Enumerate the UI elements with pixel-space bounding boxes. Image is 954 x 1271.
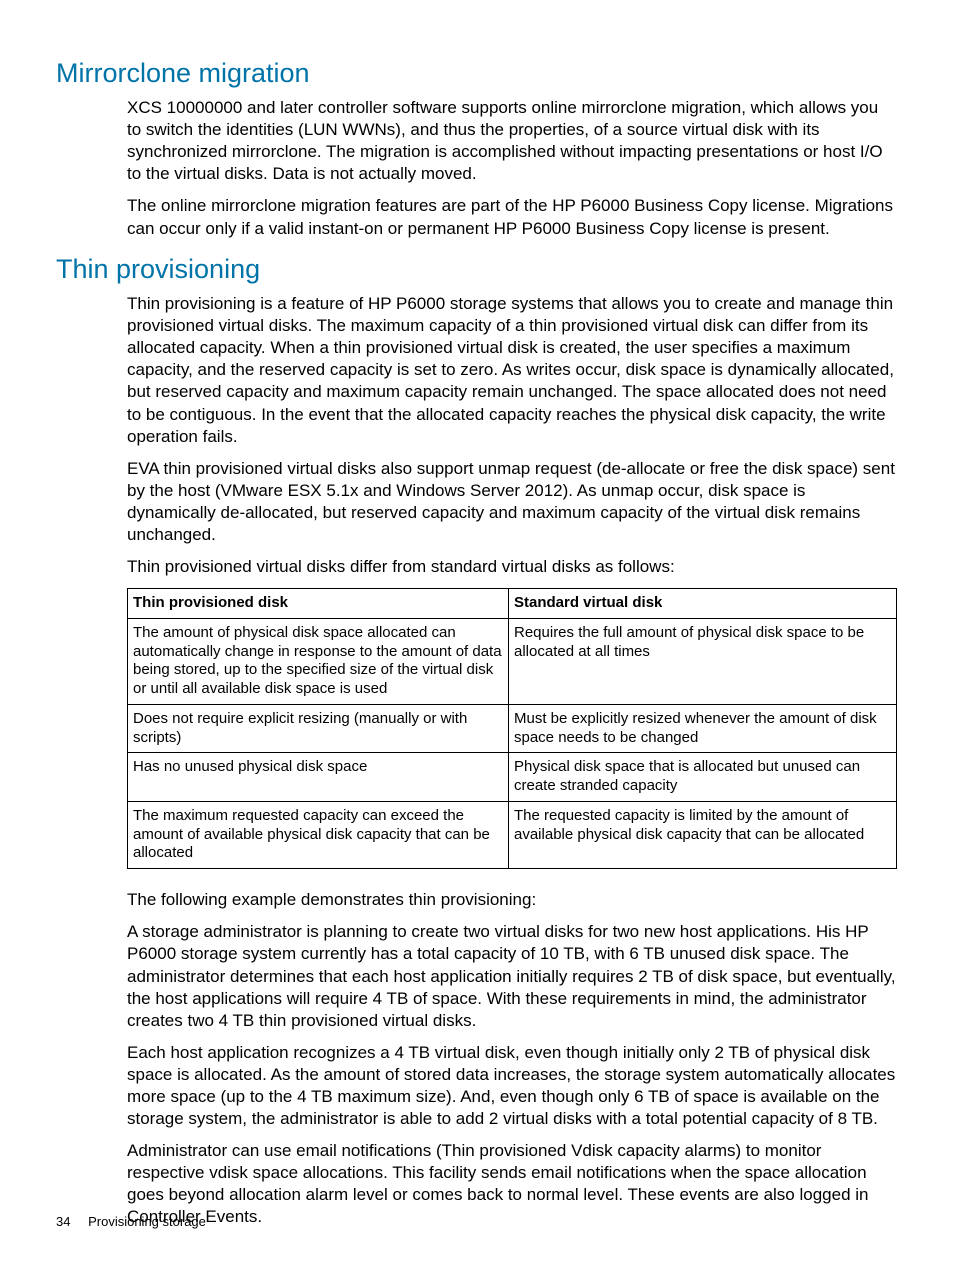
table-cell: Physical disk space that is allocated bu…: [509, 753, 897, 802]
table-header-row: Thin provisioned disk Standard virtual d…: [128, 589, 897, 619]
table-cell: The maximum requested capacity can excee…: [128, 801, 509, 868]
heading-mirrorclone: Mirrorclone migration: [0, 56, 954, 91]
table-row: The amount of physical disk space alloca…: [128, 618, 897, 704]
comparison-table: Thin provisioned disk Standard virtual d…: [127, 588, 897, 869]
section1-para2: The online mirrorclone migration feature…: [127, 195, 897, 239]
heading-thin-provisioning: Thin provisioning: [0, 252, 954, 287]
table-row: The maximum requested capacity can excee…: [128, 801, 897, 868]
table-cell: Does not require explicit resizing (manu…: [128, 704, 509, 753]
table-cell: Requires the full amount of physical dis…: [509, 618, 897, 704]
page-number: 34: [56, 1214, 70, 1229]
section2-para3: Thin provisioned virtual disks differ fr…: [127, 556, 897, 578]
table-cell: The amount of physical disk space alloca…: [128, 618, 509, 704]
table-cell: Must be explicitly resized whenever the …: [509, 704, 897, 753]
footer-section-name: Provisioning storage: [88, 1214, 206, 1229]
table-row: Does not require explicit resizing (manu…: [128, 704, 897, 753]
section-thin-provisioning: Thin provisioning Thin provisioning is a…: [0, 252, 954, 1239]
section1-para1: XCS 10000000 and later controller softwa…: [127, 97, 897, 185]
table-header-standard: Standard virtual disk: [509, 589, 897, 619]
section2-body: Thin provisioning is a feature of HP P60…: [127, 293, 897, 578]
table-cell: The requested capacity is limited by the…: [509, 801, 897, 868]
section2-para5: A storage administrator is planning to c…: [127, 921, 897, 1031]
page-footer: 34 Provisioning storage: [56, 1214, 206, 1231]
section2-para4: The following example demonstrates thin …: [127, 889, 897, 911]
table-header-thin: Thin provisioned disk: [128, 589, 509, 619]
section-mirrorclone: Mirrorclone migration XCS 10000000 and l…: [0, 56, 954, 250]
section1-body: XCS 10000000 and later controller softwa…: [127, 97, 897, 240]
table-cell: Has no unused physical disk space: [128, 753, 509, 802]
table-row: Has no unused physical disk space Physic…: [128, 753, 897, 802]
section2-body-continued: The following example demonstrates thin …: [127, 889, 897, 1228]
section2-para1: Thin provisioning is a feature of HP P60…: [127, 293, 897, 448]
section2-para6: Each host application recognizes a 4 TB …: [127, 1042, 897, 1130]
section2-para2: EVA thin provisioned virtual disks also …: [127, 458, 897, 546]
section2-para7: Administrator can use email notification…: [127, 1140, 897, 1228]
page: Mirrorclone migration XCS 10000000 and l…: [0, 0, 954, 1271]
